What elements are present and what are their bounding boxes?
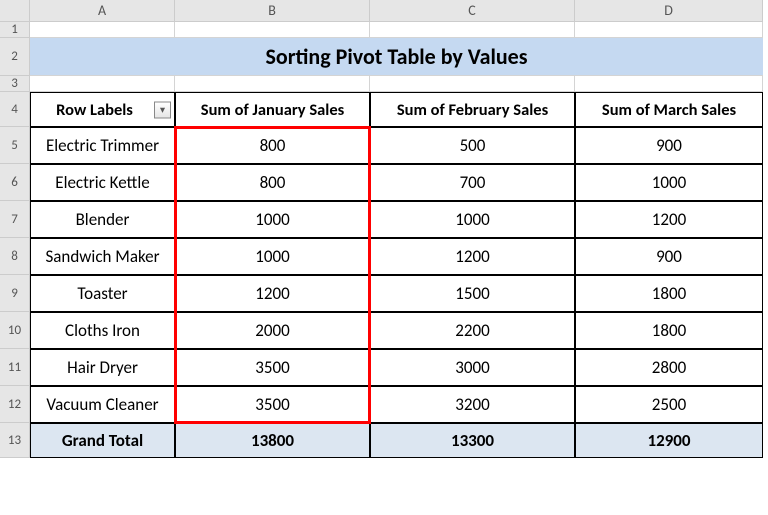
cell-A9[interactable]: Toaster: [30, 275, 175, 312]
col-header-D[interactable]: D: [575, 0, 763, 22]
cell-B11[interactable]: 3500: [175, 349, 370, 386]
pivot-header-feb[interactable]: Sum of February Sales: [370, 92, 575, 127]
page-title[interactable]: Sorting Pivot Table by Values: [30, 38, 763, 76]
row-header-1[interactable]: 1: [0, 22, 30, 38]
cell-D11[interactable]: 2800: [575, 349, 763, 386]
cell-C1[interactable]: [370, 22, 575, 38]
cell-B9[interactable]: 1200: [175, 275, 370, 312]
cell-B1[interactable]: [175, 22, 370, 38]
grand-total-label[interactable]: Grand Total: [30, 423, 175, 458]
cell-A5[interactable]: Electric Trimmer: [30, 127, 175, 164]
cell-D3[interactable]: [575, 76, 763, 92]
cell-A6[interactable]: Electric Kettle: [30, 164, 175, 201]
filter-dropdown-icon[interactable]: ▾: [154, 101, 171, 118]
cell-A1[interactable]: [30, 22, 175, 38]
cell-D5[interactable]: 900: [575, 127, 763, 164]
cell-A11[interactable]: Hair Dryer: [30, 349, 175, 386]
cell-D7[interactable]: 1200: [575, 201, 763, 238]
cell-C3[interactable]: [370, 76, 575, 92]
cell-D1[interactable]: [575, 22, 763, 38]
cell-B5[interactable]: 800: [175, 127, 370, 164]
row-header-7[interactable]: 7: [0, 201, 30, 238]
grand-total-mar[interactable]: 12900: [575, 423, 763, 458]
cell-C11[interactable]: 3000: [370, 349, 575, 386]
cell-D9[interactable]: 1800: [575, 275, 763, 312]
cell-A7[interactable]: Blender: [30, 201, 175, 238]
grand-total-feb[interactable]: 13300: [370, 423, 575, 458]
row-header-10[interactable]: 10: [0, 312, 30, 349]
row-header-9[interactable]: 9: [0, 275, 30, 312]
cell-A10[interactable]: Cloths Iron: [30, 312, 175, 349]
cell-B3[interactable]: [175, 76, 370, 92]
spreadsheet: A B C D 1 2 Sorting Pivot Table by Value…: [0, 0, 768, 458]
pivot-header-row-labels[interactable]: Row Labels ▾: [30, 92, 175, 127]
pivot-header-jan[interactable]: Sum of January Sales: [175, 92, 370, 127]
cell-B8[interactable]: 1000: [175, 238, 370, 275]
row-header-2[interactable]: 2: [0, 38, 30, 76]
cell-C12[interactable]: 3200: [370, 386, 575, 423]
row-header-5[interactable]: 5: [0, 127, 30, 164]
cell-D12[interactable]: 2500: [575, 386, 763, 423]
cell-C7[interactable]: 1000: [370, 201, 575, 238]
row-header-12[interactable]: 12: [0, 386, 30, 423]
cell-A12[interactable]: Vacuum Cleaner: [30, 386, 175, 423]
row-labels-text: Row Labels: [56, 100, 133, 120]
cell-D6[interactable]: 1000: [575, 164, 763, 201]
cell-C6[interactable]: 700: [370, 164, 575, 201]
cell-D8[interactable]: 900: [575, 238, 763, 275]
row-header-11[interactable]: 11: [0, 349, 30, 386]
grand-total-jan[interactable]: 13800: [175, 423, 370, 458]
cell-A3[interactable]: [30, 76, 175, 92]
cell-B6[interactable]: 800: [175, 164, 370, 201]
col-header-A[interactable]: A: [30, 0, 175, 22]
row-header-6[interactable]: 6: [0, 164, 30, 201]
cell-B10[interactable]: 2000: [175, 312, 370, 349]
cell-D10[interactable]: 1800: [575, 312, 763, 349]
cell-A8[interactable]: Sandwich Maker: [30, 238, 175, 275]
cell-C5[interactable]: 500: [370, 127, 575, 164]
cell-C9[interactable]: 1500: [370, 275, 575, 312]
row-header-3[interactable]: 3: [0, 76, 30, 92]
col-header-B[interactable]: B: [175, 0, 370, 22]
row-header-4[interactable]: 4: [0, 92, 30, 127]
pivot-header-mar[interactable]: Sum of March Sales: [575, 92, 763, 127]
cell-B7[interactable]: 1000: [175, 201, 370, 238]
row-header-13[interactable]: 13: [0, 423, 30, 458]
cell-C10[interactable]: 2200: [370, 312, 575, 349]
row-header-8[interactable]: 8: [0, 238, 30, 275]
cell-B12[interactable]: 3500: [175, 386, 370, 423]
select-all-corner[interactable]: [0, 0, 30, 22]
col-header-C[interactable]: C: [370, 0, 575, 22]
cell-C8[interactable]: 1200: [370, 238, 575, 275]
